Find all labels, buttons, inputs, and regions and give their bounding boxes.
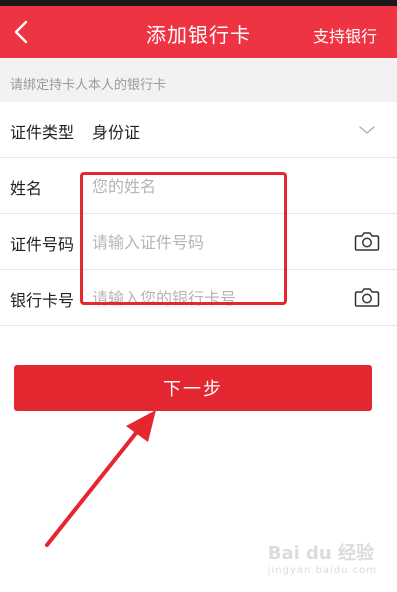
camera-icon[interactable] [354,286,380,308]
nav-bar: 添加银行卡 支持银行 [0,6,397,58]
camera-icon[interactable] [354,230,380,252]
card-number-label: 银行卡号 [10,291,75,310]
bind-card-form: 证件类型 身份证 姓名 证件号码 银行卡号 [0,102,397,326]
next-step-button[interactable]: 下一步 [14,365,372,411]
id-number-input[interactable] [92,228,332,256]
id-type-label: 证件类型 [10,123,75,142]
card-number-row: 银行卡号 [0,270,397,326]
id-type-row[interactable]: 证件类型 身份证 [0,102,397,158]
id-number-row: 证件号码 [0,214,397,270]
name-row: 姓名 [0,158,397,214]
id-type-value: 身份证 [92,123,141,142]
hint-bar: 请绑定持卡人本人的银行卡 [0,58,397,102]
supported-banks-link[interactable]: 支持银行 [313,23,377,47]
watermark: Bai du 经验 jingyan.baidu.com [268,539,377,576]
card-number-input[interactable] [92,284,332,312]
watermark-brand: Bai du 经验 [267,543,374,564]
id-number-label: 证件号码 [10,235,75,254]
name-input[interactable] [92,172,332,200]
chevron-down-icon [359,126,375,134]
name-label: 姓名 [10,179,43,198]
watermark-url: jingyan.baidu.com [267,565,377,576]
hint-text: 请绑定持卡人本人的银行卡 [10,78,167,93]
